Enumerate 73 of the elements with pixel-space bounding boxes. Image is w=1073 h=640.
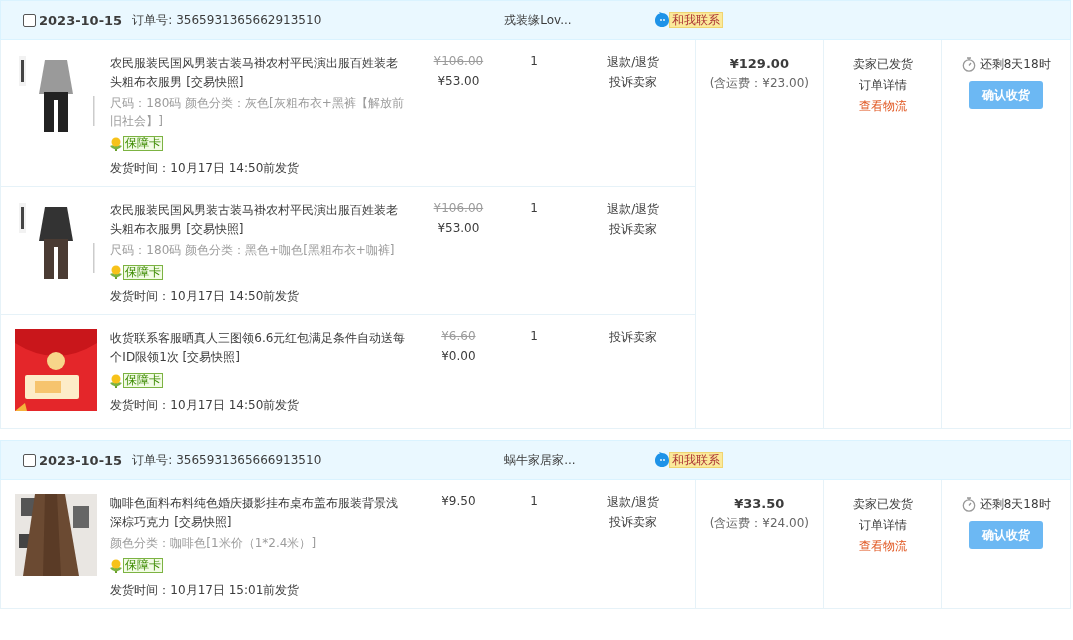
original-price: ¥6.60 [441,329,476,343]
product-title[interactable]: 咖啡色面料布料纯色婚庆摄影挂布桌布盖布服装背景浅深棕巧克力 [交易快照] [110,494,409,532]
checkbox[interactable] [23,453,36,467]
guarantee-label: 保障卡 [123,373,164,388]
order-status: 卖家已发货 [852,496,913,513]
shop-link[interactable]: 戎装缘Lov... [504,11,655,29]
product-specs: 尺码：180码 颜色分类：灰色[灰粗布衣+黑裤【解放前旧社会】] [110,95,405,130]
order-number-label: 订单号: [132,451,173,469]
product-specs: 颜色分类：咖啡色[1米价（1*2.4米）] [110,535,318,552]
ship-time: 发货时间：10月17日 14:50前发货 [110,159,301,176]
order-number: 3565931365666913510 [176,453,323,467]
countdown: 还剩8天18时 [979,56,1051,73]
quantity: 1 [530,329,538,343]
ship-time: 发货时间：10月17日 14:50前发货 [110,396,301,413]
order-details-link[interactable]: 订单详情 [858,517,907,534]
flower-icon [110,265,123,279]
original-price: ¥106.00 [433,54,484,68]
product-title[interactable]: 收货联系客服晒真人三图领6.6元红包满足条件自动送每个ID限领1次 [交易快照] [110,329,409,367]
view-logistics-link[interactable]: 查看物流 [858,98,907,115]
action-link[interactable]: 投诉卖家 [609,514,658,530]
view-logistics-link[interactable]: 查看物流 [858,538,907,555]
order-details-link[interactable]: 订单详情 [858,77,907,94]
order-total: ¥129.00 [729,56,789,71]
action-link[interactable]: 退款/退货 [607,54,660,70]
order-date: 2023-10-15 [39,12,123,28]
ship-time: 发货时间：10月17日 15:01前发货 [110,581,301,598]
stopwatch-icon [961,57,976,72]
product-title[interactable]: 农民服装民国风男装古装马褂农村平民演出服百姓装老头粗布衣服男 [交易快照] [110,200,409,239]
order-number-label: 订单号: [132,11,173,29]
original-price: ¥106.00 [433,200,484,215]
snapshot-link[interactable]: [交易快照] [182,350,240,364]
order-status: 卖家已发货 [852,56,913,73]
shipping-fee: (含运费：¥23.00) [709,75,809,92]
quantity: 1 [530,200,538,215]
guarantee-badge[interactable]: 保障卡 [110,136,164,151]
order-number: 3565931365662913510 [176,13,323,27]
action-link[interactable]: 投诉卖家 [609,220,658,237]
snapshot-link[interactable]: [交易快照] [174,515,232,529]
snapshot-link[interactable]: [交易快照] [186,75,244,89]
guarantee-label: 保障卡 [123,264,164,280]
flower-icon [110,558,123,573]
shipping-fee: (含运费：¥24.00) [709,515,809,532]
guarantee-label: 保障卡 [123,558,164,573]
order-date: 2023-10-15 [39,452,123,468]
quantity: 1 [530,494,538,508]
action-link[interactable]: 退款/退货 [607,200,660,217]
chat-icon[interactable] [654,452,671,468]
price: ¥53.00 [437,74,480,88]
guarantee-badge[interactable]: 保障卡 [110,373,164,388]
chat-icon[interactable] [654,12,671,28]
action-link[interactable]: 投诉卖家 [609,329,658,345]
price: ¥0.00 [441,349,476,363]
action-link[interactable]: 投诉卖家 [609,74,658,90]
guarantee-label: 保障卡 [123,136,164,151]
action-link[interactable]: 退款/退货 [607,494,660,510]
contact-seller-link[interactable]: 和我联系 [669,12,724,28]
snapshot-link[interactable]: [交易快照] [186,221,244,236]
flower-icon [110,373,123,388]
price: ¥53.00 [437,220,480,235]
ship-time: 发货时间：10月17日 14:50前发货 [110,288,301,304]
order-total: ¥33.50 [734,496,785,511]
countdown: 还剩8天18时 [979,496,1051,513]
contact-seller-link[interactable]: 和我联系 [669,452,724,468]
shop-link[interactable]: 蜗牛家居家... [504,451,655,469]
price: ¥9.50 [441,494,476,508]
stopwatch-icon [961,497,976,512]
product-specs: 尺码：180码 颜色分类：黑色+咖色[黑粗布衣+咖裤] [110,241,396,259]
guarantee-badge[interactable]: 保障卡 [110,264,164,280]
product-title[interactable]: 农民服装民国风男装古装马褂农村平民演出服百姓装老头粗布衣服男 [交易快照] [110,54,409,92]
flower-icon [110,136,123,151]
guarantee-badge[interactable]: 保障卡 [110,558,164,573]
quantity: 1 [530,54,538,68]
checkbox[interactable] [23,13,36,27]
